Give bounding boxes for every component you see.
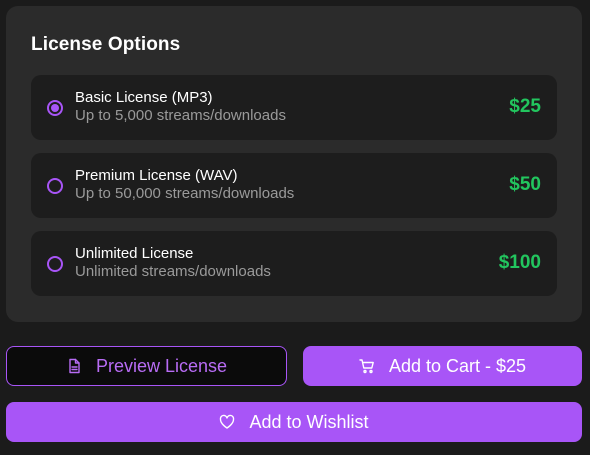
radio-unlimited[interactable] bbox=[47, 256, 63, 272]
license-price: $50 bbox=[509, 174, 541, 195]
preview-license-label: Preview License bbox=[95, 355, 228, 376]
cart-icon bbox=[359, 358, 375, 374]
license-price: $100 bbox=[498, 252, 541, 273]
license-option-unlimited[interactable]: Unlimited License Unlimited streams/down… bbox=[31, 231, 557, 296]
radio-premium[interactable] bbox=[47, 178, 63, 194]
add-to-cart-button[interactable]: Add to Cart - $25 bbox=[303, 346, 582, 386]
license-description: Up to 5,000 streams/downloads bbox=[75, 107, 286, 124]
license-description: Up to 50,000 streams/downloads bbox=[75, 185, 295, 202]
license-price: $25 bbox=[509, 96, 541, 117]
license-description: Unlimited streams/downloads bbox=[75, 263, 271, 280]
radio-basic[interactable] bbox=[47, 100, 63, 116]
license-name: Unlimited License bbox=[75, 245, 194, 262]
add-to-wishlist-label: Add to Wishlist bbox=[249, 411, 369, 432]
license-option-premium[interactable]: Premium License (WAV) Up to 50,000 strea… bbox=[31, 153, 557, 218]
license-name: Basic License (MP3) bbox=[75, 89, 213, 106]
heart-icon bbox=[219, 414, 235, 430]
panel-title: License Options bbox=[31, 34, 181, 55]
license-name: Premium License (WAV) bbox=[75, 167, 238, 184]
document-icon bbox=[66, 358, 82, 374]
add-to-wishlist-button[interactable]: Add to Wishlist bbox=[6, 402, 582, 442]
preview-license-button[interactable]: Preview License bbox=[6, 346, 287, 386]
license-options-panel: License Options Basic License (MP3) Up t… bbox=[6, 6, 582, 322]
add-to-cart-label: Add to Cart - $25 bbox=[388, 355, 527, 376]
license-option-basic[interactable]: Basic License (MP3) Up to 5,000 streams/… bbox=[31, 75, 557, 140]
